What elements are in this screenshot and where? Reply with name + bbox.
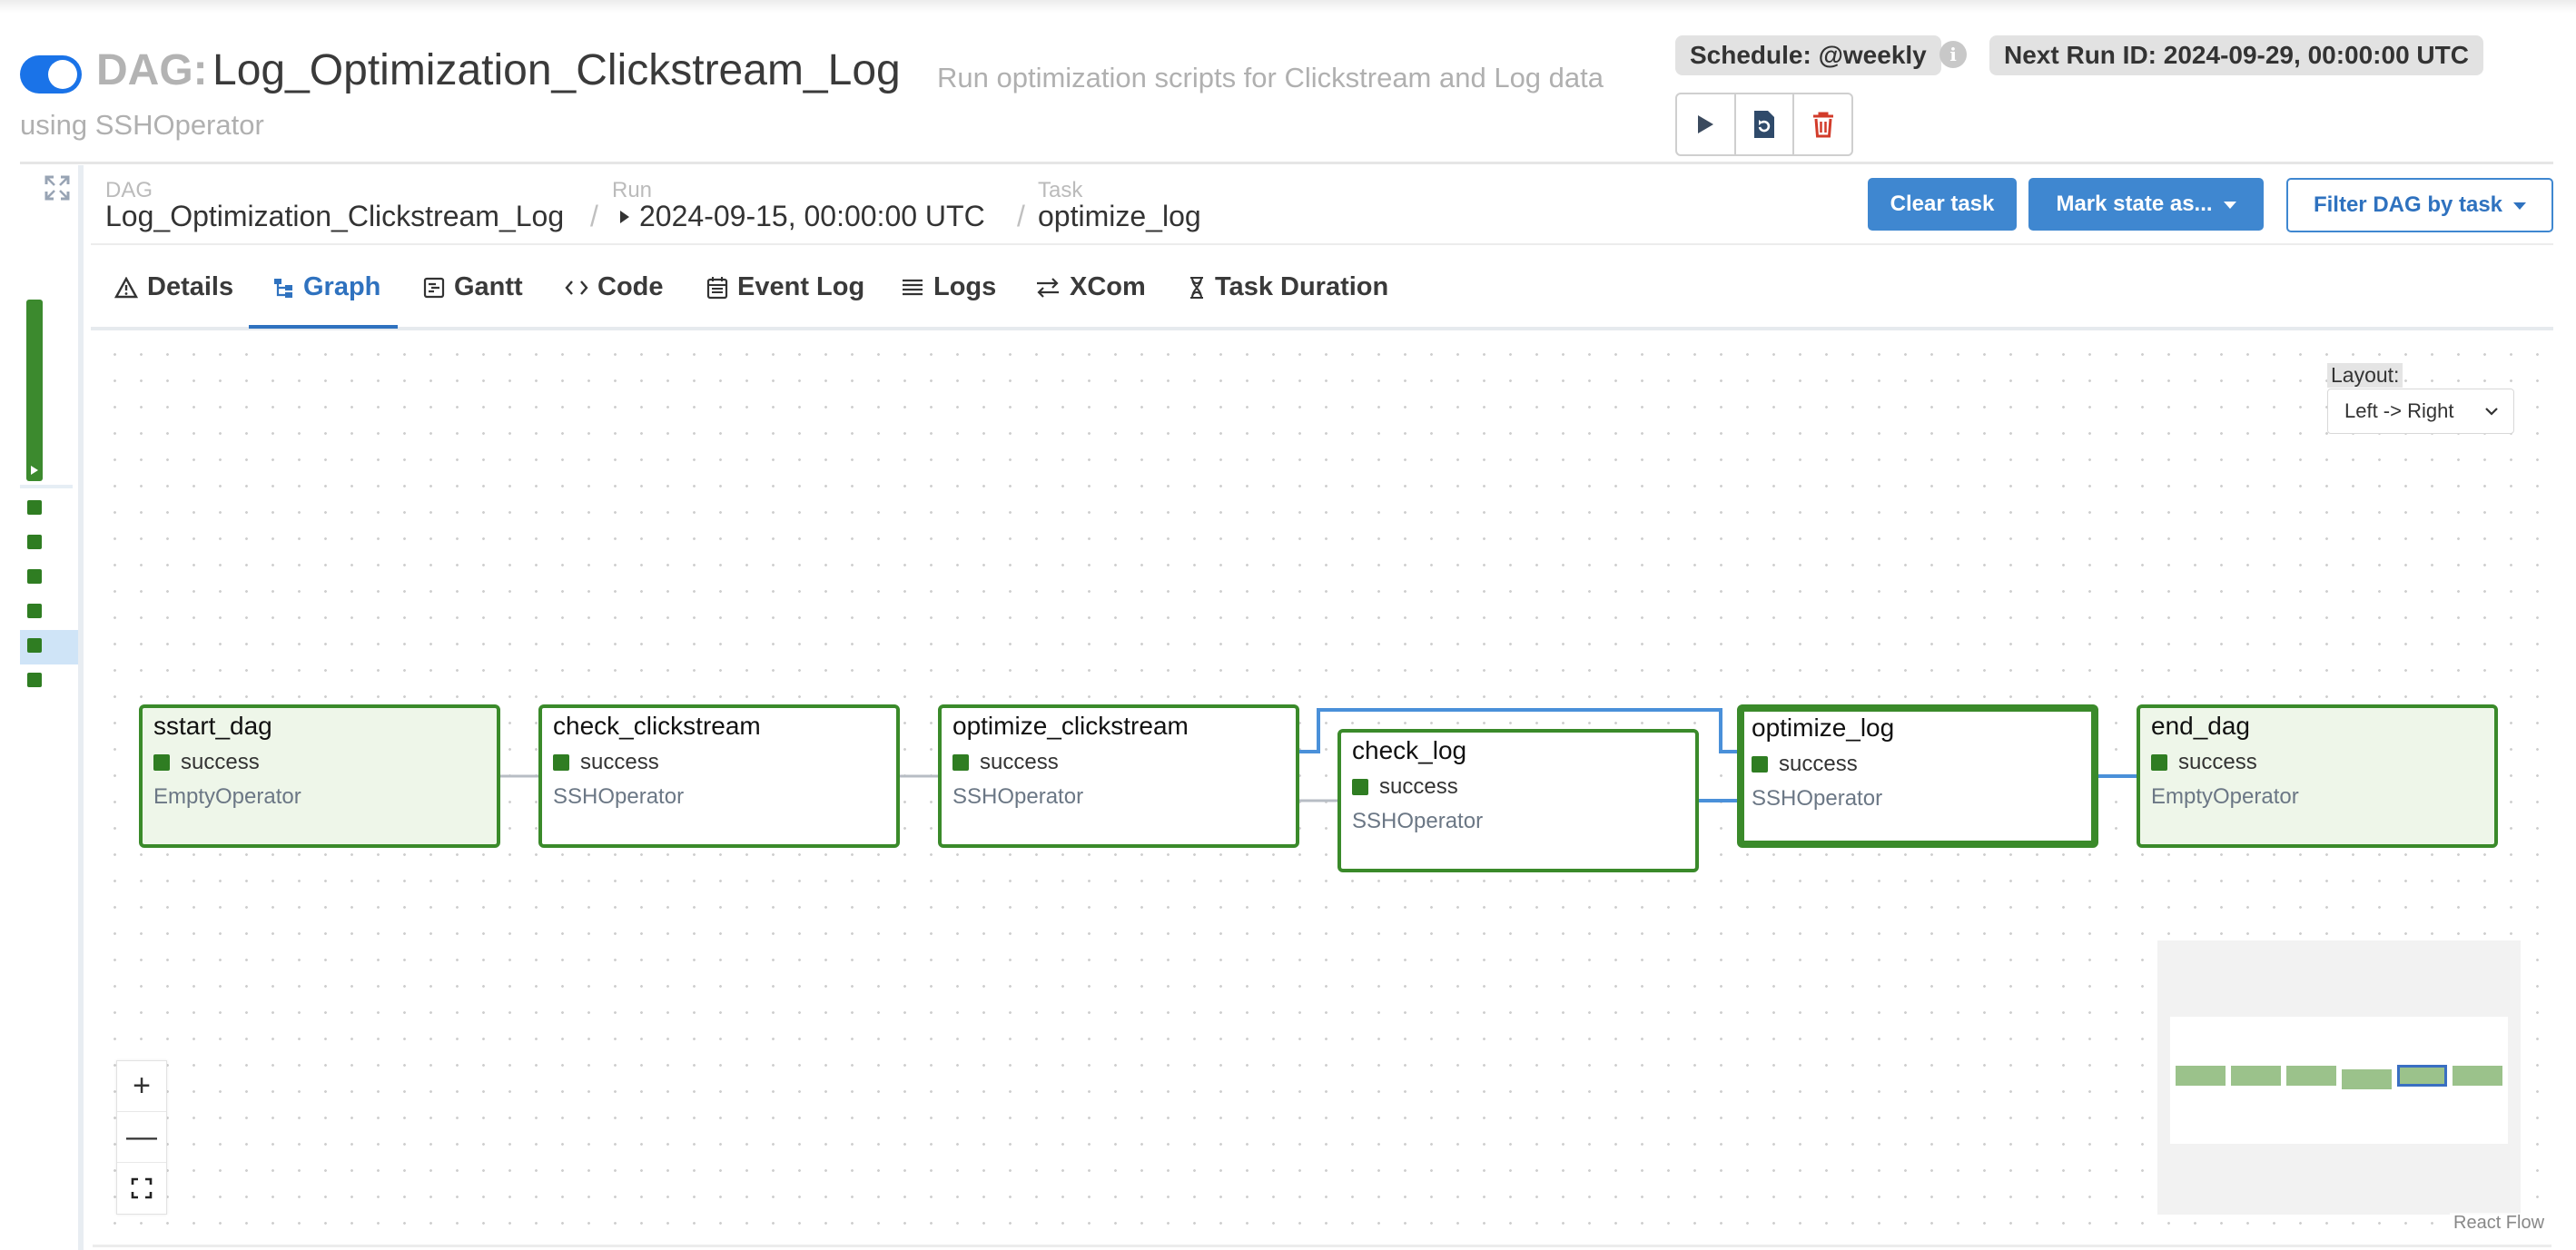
status-square xyxy=(952,754,969,771)
minimap-node xyxy=(2342,1069,2392,1089)
status-square xyxy=(1752,756,1768,773)
task-name: sstart_dag xyxy=(153,712,272,740)
task-operator: EmptyOperator xyxy=(2151,784,2299,809)
task-status-label: success xyxy=(980,750,1059,774)
status-square xyxy=(1352,779,1368,795)
status-square xyxy=(153,754,170,771)
task-status-label: success xyxy=(1379,774,1458,799)
task-operator: SSHOperator xyxy=(553,784,685,809)
task-status-label: success xyxy=(580,750,659,774)
task-name: check_clickstream xyxy=(553,712,761,740)
zoom-controls: + — xyxy=(116,1060,167,1215)
task-operator: SSHOperator xyxy=(952,784,1084,809)
minimap[interactable] xyxy=(2157,940,2521,1215)
task-status-label: success xyxy=(1779,752,1858,776)
task-operator: SSHOperator xyxy=(1752,786,1883,811)
task-node-check-log[interactable]: check_log success SSHOperator xyxy=(1337,729,1699,872)
task-node-optimize-log[interactable]: optimize_log success SSHOperator xyxy=(1737,704,2098,848)
task-name: check_log xyxy=(1352,736,1467,764)
task-status: success xyxy=(553,750,896,775)
task-node-check-clickstream[interactable]: check_clickstream success SSHOperator xyxy=(538,704,900,848)
task-name: optimize_clickstream xyxy=(952,712,1189,740)
task-operator: SSHOperator xyxy=(1352,809,1484,833)
task-name: optimize_log xyxy=(1752,714,1895,742)
task-status-label: success xyxy=(2178,750,2257,774)
task-status: success xyxy=(1352,774,1695,800)
react-flow-attribution[interactable]: React Flow xyxy=(2450,1213,2549,1234)
minimap-node-selected xyxy=(2397,1065,2447,1087)
task-node-sstart-dag[interactable]: sstart_dag success EmptyOperator xyxy=(139,704,500,848)
minimap-node xyxy=(2176,1066,2226,1086)
task-status: success xyxy=(153,750,497,775)
status-square xyxy=(2151,754,2167,771)
fit-view-icon xyxy=(131,1177,153,1198)
minimap-node xyxy=(2286,1066,2336,1086)
task-status: success xyxy=(1752,752,2091,777)
task-status: success xyxy=(952,750,1296,775)
task-operator: EmptyOperator xyxy=(153,784,301,809)
minimap-node xyxy=(2453,1066,2502,1086)
task-name: end_dag xyxy=(2151,712,2251,740)
task-node-end-dag[interactable]: end_dag success EmptyOperator xyxy=(2137,704,2498,848)
task-status-label: success xyxy=(181,750,260,774)
minimap-node xyxy=(2231,1066,2281,1086)
zoom-out-button[interactable]: — xyxy=(117,1112,166,1163)
zoom-in-button[interactable]: + xyxy=(117,1061,166,1112)
fit-view-button[interactable] xyxy=(117,1163,166,1213)
status-square xyxy=(553,754,569,771)
task-status: success xyxy=(2151,750,2494,775)
task-node-optimize-clickstream[interactable]: optimize_clickstream success SSHOperator xyxy=(938,704,1299,848)
